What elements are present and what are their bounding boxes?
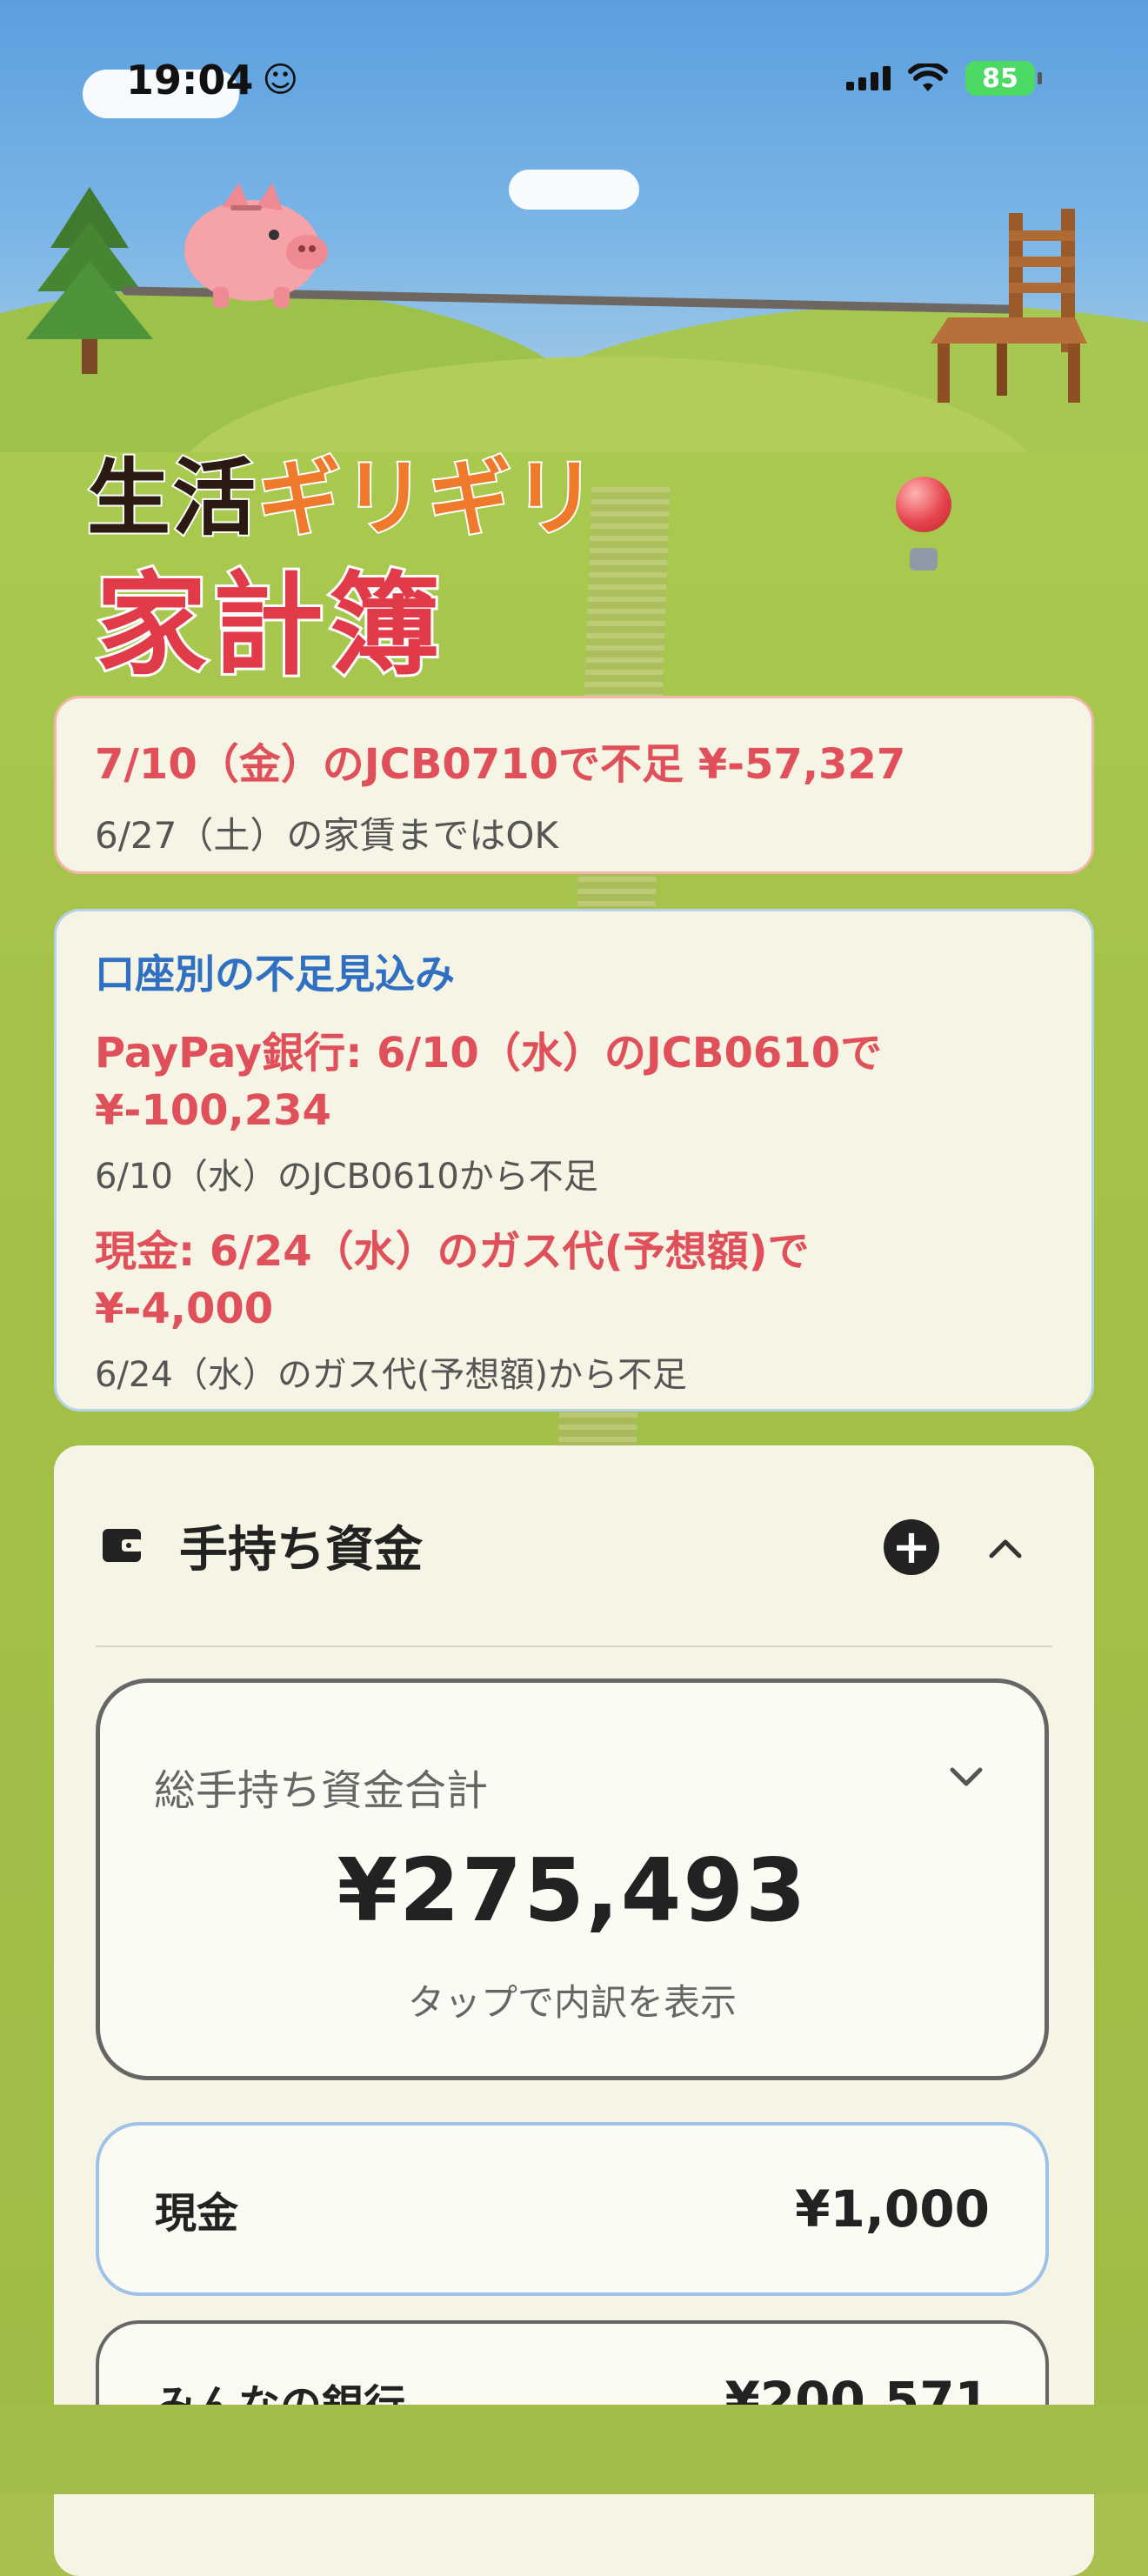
account-name: 現金 xyxy=(155,2189,239,2238)
cellular-signal-icon xyxy=(846,66,891,90)
funds-header: 手持ち資金 + xyxy=(96,1445,1052,1647)
battery-level: 85 xyxy=(982,63,1018,94)
forecast-item: PayPay銀行: 6/10（水）のJCB0610で ¥-100,234 6/1… xyxy=(95,1024,1053,1198)
shortage-alert-card[interactable]: 7/10（金）のJCB0710で不足 ¥-57,327 6/27（土）の家賃まで… xyxy=(54,696,1094,874)
account-row-cash[interactable]: 現金 ¥1,000 xyxy=(96,2122,1049,2296)
forecast-item-main: PayPay銀行: 6/10（水）のJCB0610で ¥-100,234 xyxy=(95,1024,1053,1139)
forecast-item-text: 現金: 6/24（水）のガス代(予想額)で xyxy=(95,1227,810,1276)
clock-text: 19:04 xyxy=(126,57,254,103)
status-time: 19:04 ☺ xyxy=(126,57,298,103)
forecast-item-text: PayPay銀行: 6/10（水）のJCB0610で xyxy=(95,1029,883,1078)
total-funds-box[interactable]: 総手持ち資金合計 ¥275,493 タップで内訳を表示 xyxy=(96,1678,1049,2080)
wifi-icon xyxy=(908,63,948,91)
forecast-title: 口座別の不足見込み xyxy=(95,951,455,998)
app-title-line1: 生活ギリギリ xyxy=(85,430,598,551)
forecast-item-subtext: 6/10（水）のJCB0610から不足 xyxy=(95,1157,598,1197)
total-funds-value: ¥275,493 xyxy=(337,1839,808,1941)
chair-illustration xyxy=(931,209,1087,403)
add-fund-button[interactable]: + xyxy=(884,1519,939,1575)
app-title-line2: 家計簿 xyxy=(93,558,446,693)
forecast-item-amount: ¥-100,234 xyxy=(95,1086,331,1135)
shortage-alert-subtext: 6/27（土）の家賃まではOK xyxy=(95,814,558,857)
bottom-meadow xyxy=(0,2405,1148,2494)
account-amount: ¥1,000 xyxy=(795,2179,990,2239)
forecast-item-subtext: 6/24（水）のガス代(予想額)から不足 xyxy=(95,1355,688,1395)
forecast-item-amount: ¥-4,000 xyxy=(95,1285,274,1333)
piggy-bank-illustration xyxy=(184,183,328,308)
total-funds-hint: タップで内訳を表示 xyxy=(407,1981,737,2024)
pin-icon xyxy=(910,548,938,571)
balloon-icon xyxy=(896,477,951,532)
forecast-item-main: 現金: 6/24（水）のガス代(予想額)で ¥-4,000 xyxy=(95,1223,1053,1338)
battery-icon: 85 xyxy=(965,61,1042,96)
chevron-up-icon xyxy=(989,1539,1022,1558)
plus-icon: + xyxy=(891,1519,931,1574)
forecast-item: 現金: 6/24（水）のガス代(予想額)で ¥-4,000 6/24（水）のガス… xyxy=(95,1223,1053,1397)
funds-title: 手持ち資金 xyxy=(179,1521,423,1578)
cloud xyxy=(509,170,639,210)
status-icons: 85 xyxy=(846,61,1042,96)
title-accent: ギリギリ xyxy=(256,448,598,549)
account-shortage-forecast-card[interactable]: 口座別の不足見込み PayPay銀行: 6/10（水）のJCB0610で ¥-1… xyxy=(54,909,1094,1411)
collapse-button[interactable] xyxy=(979,1524,1031,1572)
app-title: 生活ギリギリ 家計簿 xyxy=(85,430,748,693)
shortage-alert-text: 7/10（金）のJCB0710で不足 ¥-57,327 xyxy=(95,740,906,789)
wallet-icon xyxy=(103,1529,143,1562)
total-funds-label: 総手持ち資金合計 xyxy=(154,1766,489,1815)
title-prefix: 生活 xyxy=(85,448,257,549)
tree-illustration xyxy=(26,187,153,374)
smile-icon: ☺ xyxy=(262,60,299,100)
chevron-down-icon xyxy=(950,1767,983,1786)
